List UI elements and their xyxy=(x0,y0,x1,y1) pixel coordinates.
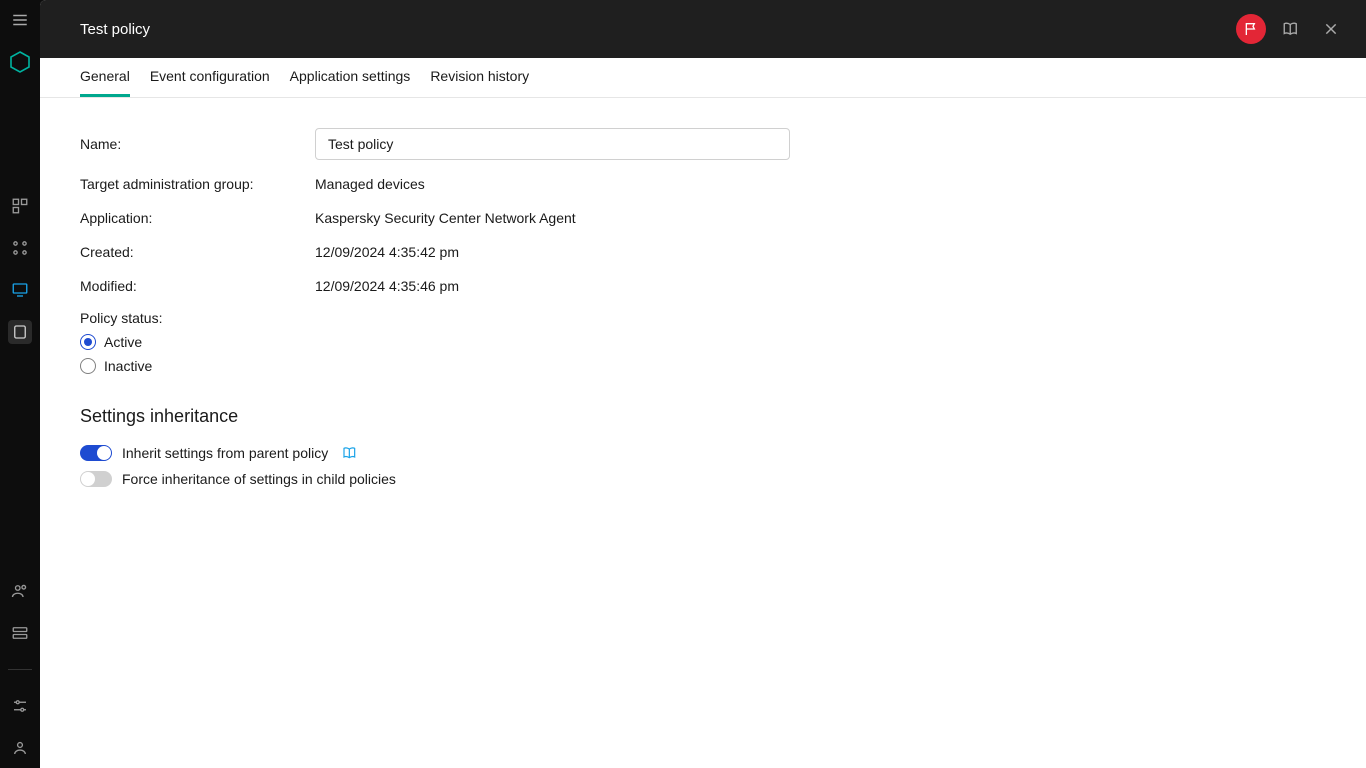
application-value: Kaspersky Security Center Network Agent xyxy=(315,210,576,226)
settings-inheritance-title: Settings inheritance xyxy=(80,406,1326,427)
name-label: Name: xyxy=(80,136,315,152)
radio-active-row[interactable]: Active xyxy=(80,334,1326,350)
storage-icon[interactable] xyxy=(8,621,32,645)
tasks-icon[interactable] xyxy=(8,320,32,344)
tab-event-configuration[interactable]: Event configuration xyxy=(150,58,270,97)
toggle-force-child[interactable] xyxy=(80,471,112,487)
policy-panel: Test policy General Event configuration … xyxy=(40,0,1366,768)
menu-icon[interactable] xyxy=(8,8,32,32)
created-label: Created: xyxy=(80,244,315,260)
brand-icon[interactable] xyxy=(8,50,32,74)
radio-inactive-row[interactable]: Inactive xyxy=(80,358,1326,374)
radio-inactive-label: Inactive xyxy=(104,358,152,374)
toggle-force-child-label: Force inheritance of settings in child p… xyxy=(122,471,396,487)
help-book-inline-icon[interactable] xyxy=(342,445,358,461)
application-label: Application: xyxy=(80,210,315,226)
rail-separator xyxy=(8,669,32,670)
account-icon[interactable] xyxy=(8,736,32,760)
close-icon[interactable] xyxy=(1316,14,1346,44)
tab-revision-history[interactable]: Revision history xyxy=(430,58,529,97)
toggle-inherit-parent[interactable] xyxy=(80,445,112,461)
tab-general[interactable]: General xyxy=(80,58,130,97)
name-input[interactable] xyxy=(315,128,790,160)
content: Name: Target administration group: Manag… xyxy=(40,98,1366,768)
modified-value: 12/09/2024 4:35:46 pm xyxy=(315,278,459,294)
target-group-value: Managed devices xyxy=(315,176,425,192)
radio-inactive[interactable] xyxy=(80,358,96,374)
dashboard-icon[interactable] xyxy=(8,194,32,218)
modified-label: Modified: xyxy=(80,278,315,294)
tab-application-settings[interactable]: Application settings xyxy=(290,58,411,97)
apps-icon[interactable] xyxy=(8,236,32,260)
created-value: 12/09/2024 4:35:42 pm xyxy=(315,244,459,260)
flag-button[interactable] xyxy=(1236,14,1266,44)
users-icon[interactable] xyxy=(8,579,32,603)
left-rail xyxy=(0,0,40,768)
target-group-label: Target administration group: xyxy=(80,176,315,192)
panel-title: Test policy xyxy=(80,21,150,38)
devices-icon[interactable] xyxy=(8,278,32,302)
toggle-inherit-parent-label: Inherit settings from parent policy xyxy=(122,445,328,461)
radio-active-label: Active xyxy=(104,334,142,350)
tabs: General Event configuration Application … xyxy=(40,58,1366,98)
policy-status-label: Policy status: xyxy=(80,310,1326,326)
radio-active[interactable] xyxy=(80,334,96,350)
help-book-icon[interactable] xyxy=(1276,14,1306,44)
panel-header: Test policy xyxy=(40,0,1366,58)
settings-icon[interactable] xyxy=(8,694,32,718)
